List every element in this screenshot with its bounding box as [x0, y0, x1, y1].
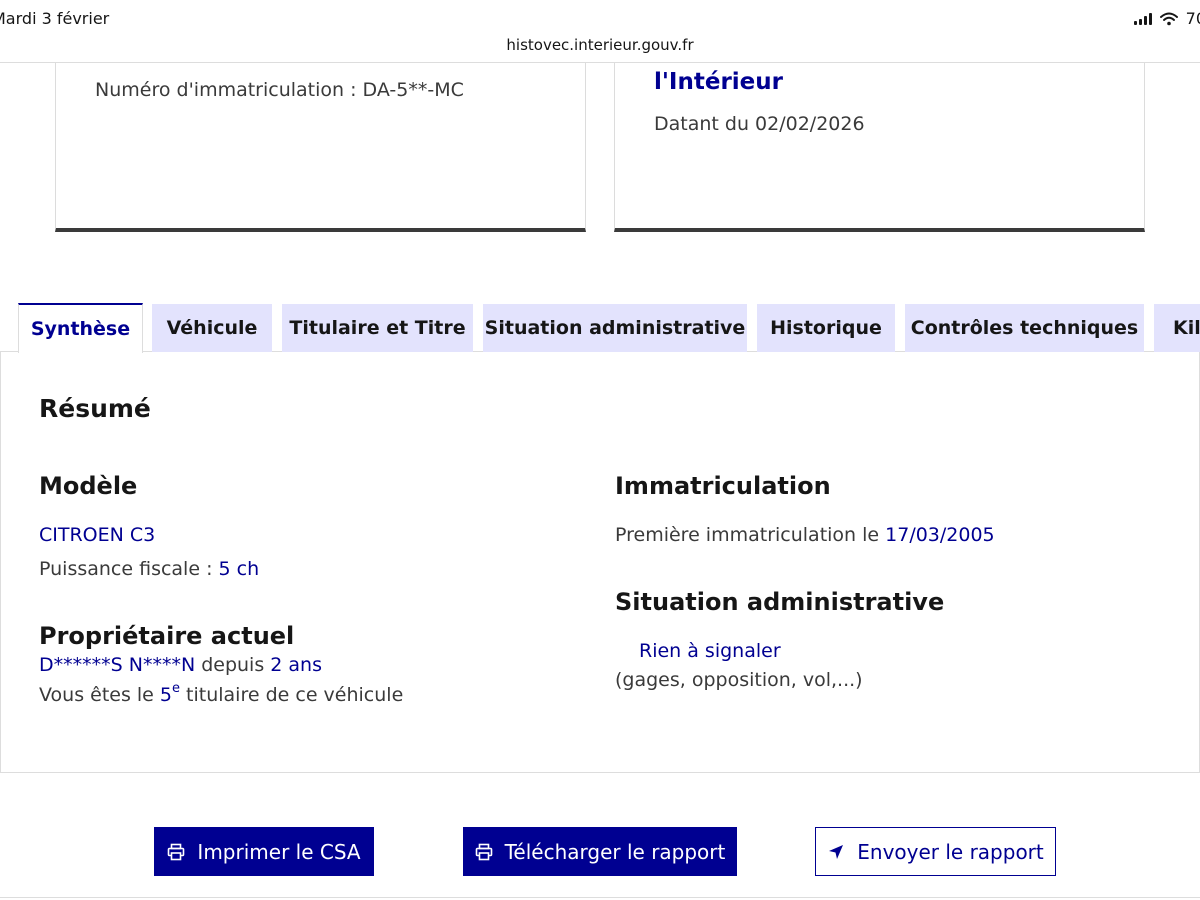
footer-divider	[0, 897, 1200, 898]
model-name: CITROEN C3	[39, 524, 156, 546]
wifi-icon	[1159, 12, 1178, 25]
admin-status-heading: Situation administrative	[615, 588, 945, 616]
registration-number: Numéro d'immatriculation : DA-5**-MC	[95, 79, 464, 101]
url-text: histovec.interieur.gouv.fr	[506, 36, 694, 54]
print-csa-label: Imprimer le CSA	[197, 839, 361, 864]
print-csa-button[interactable]: Imprimer le CSA	[154, 827, 374, 876]
status-indicators: 70	[1133, 9, 1200, 28]
tab-vehicule[interactable]: Véhicule	[152, 304, 272, 352]
tab-synthese[interactable]: Synthèse	[18, 303, 143, 353]
tab-controles-techniques[interactable]: Contrôles techniques	[905, 304, 1144, 352]
status-time: Mardi 3 février	[0, 9, 110, 28]
address-bar[interactable]: histovec.interieur.gouv.fr	[0, 36, 1200, 62]
fiscal-power-label: Puissance fiscale :	[39, 558, 219, 580]
model-heading: Modèle	[39, 472, 138, 500]
owner-name: D******S N****N	[39, 654, 196, 676]
admin-status-value: Rien à signaler	[639, 640, 781, 662]
owner-since-label: depuis	[195, 654, 271, 676]
source-title: l'Intérieur	[654, 69, 783, 95]
status-bar: Mardi 3 février 70	[0, 0, 1200, 36]
printer-icon	[168, 843, 185, 860]
vehicle-id-card: Numéro d'immatriculation : DA-5**-MC	[55, 63, 586, 232]
holder-rank: Vous êtes le 5e titulaire de ce véhicule	[39, 681, 404, 706]
printer-icon	[475, 843, 492, 860]
holder-suffix: titulaire de ce véhicule	[180, 684, 404, 706]
download-report-button[interactable]: Télécharger le rapport	[463, 827, 737, 876]
report-source-card: l'Intérieur Datant du 02/02/2026	[614, 63, 1145, 232]
tab-historique[interactable]: Historique	[757, 304, 895, 352]
battery-percentage: 70	[1185, 9, 1200, 28]
registration-heading: Immatriculation	[615, 472, 831, 500]
first-registration-date: 17/03/2005	[885, 524, 995, 546]
holder-number: 5	[159, 684, 172, 706]
tab-situation-administrative[interactable]: Situation administrative	[483, 304, 747, 352]
cellular-signal-icon	[1133, 12, 1152, 25]
first-registration: Première immatriculation le 17/03/2005	[615, 524, 995, 546]
tab-kilometrage[interactable]: Kilo	[1154, 304, 1200, 352]
owner-heading: Propriétaire actuel	[39, 622, 295, 650]
send-report-button[interactable]: Envoyer le rapport	[815, 827, 1056, 876]
admin-status-note: (gages, opposition, vol,...)	[615, 669, 863, 691]
holder-prefix: Vous êtes le	[39, 684, 160, 706]
report-date: Datant du 02/02/2026	[654, 113, 865, 135]
summary-title: Résumé	[39, 394, 151, 423]
report-tabs: Synthèse Véhicule Titulaire et Titre Sit…	[0, 303, 1200, 353]
fiscal-power: Puissance fiscale : 5 ch	[39, 558, 259, 580]
download-report-label: Télécharger le rapport	[504, 839, 726, 864]
send-arrow-icon	[829, 844, 844, 859]
fiscal-power-value: 5 ch	[218, 558, 260, 580]
summary-panel: Résumé Modèle CITROEN C3 Puissance fisca…	[0, 352, 1200, 773]
owner-since-value: 2 ans	[270, 654, 322, 676]
first-registration-label: Première immatriculation le	[615, 524, 886, 546]
send-report-label: Envoyer le rapport	[857, 839, 1044, 864]
tab-titulaire-titre[interactable]: Titulaire et Titre	[282, 304, 473, 352]
holder-sup: e	[172, 681, 180, 696]
owner-line: D******S N****N depuis 2 ans	[39, 654, 322, 676]
